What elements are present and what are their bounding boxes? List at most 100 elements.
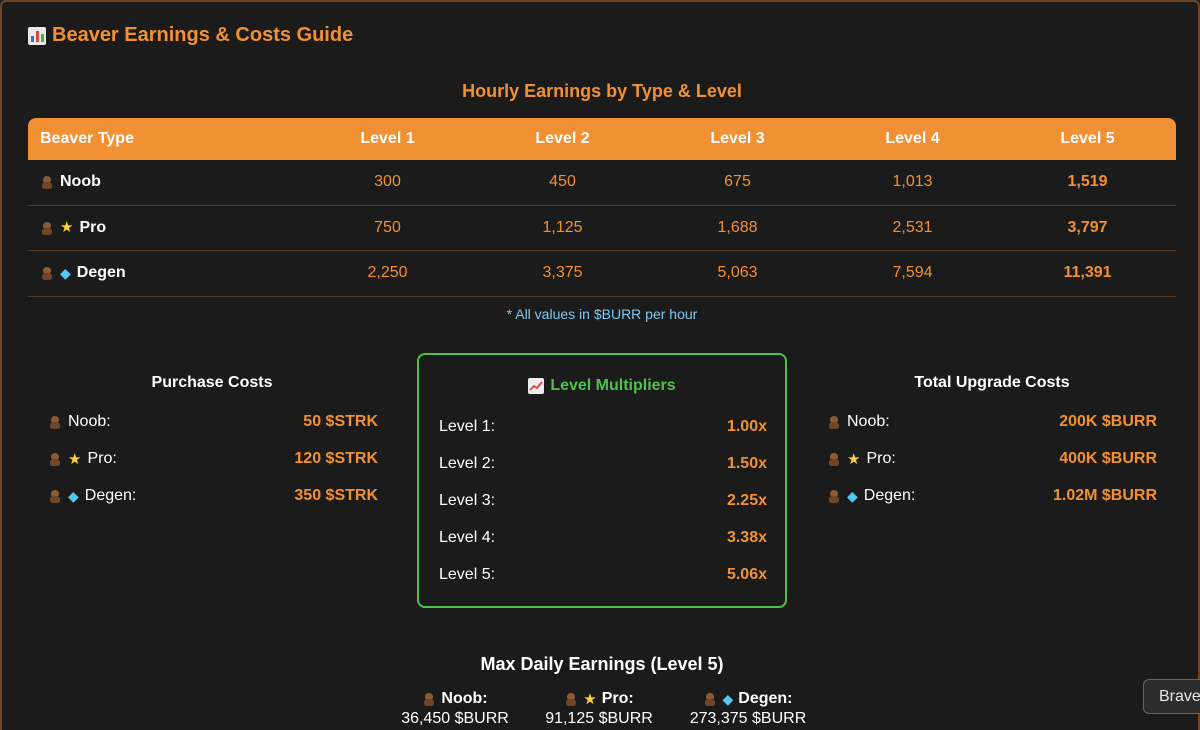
table-cell: 1,125 <box>542 218 583 236</box>
item-value: 120 $STRK <box>294 450 378 467</box>
brave-button[interactable]: Brave <box>1143 679 1200 714</box>
column-header: Level 2 <box>535 130 590 147</box>
daily-earnings-item: Noob: 36,450 $BURR <box>390 690 520 728</box>
item-label: Pro: <box>87 450 117 467</box>
multiplier-item: Level 3: 2.25x <box>439 491 767 511</box>
page-title: Beaver Earnings & Costs Guide <box>28 24 353 47</box>
item-value: 1.50x <box>726 455 767 472</box>
level-multipliers-title-text: Level Multipliers <box>550 377 676 394</box>
beaver-icon <box>422 692 436 706</box>
guide-panel: Beaver Earnings & Costs Guide Hourly Ear… <box>0 0 1200 730</box>
item-label: Pro: <box>866 450 896 467</box>
item-label: Level 3: <box>439 492 496 509</box>
table-row: ★ Pro 750 1,125 1,688 2,531 3,797 <box>28 206 1176 251</box>
item-label: Level 2: <box>439 455 496 472</box>
item-label: Pro: <box>601 690 634 707</box>
beaver-icon <box>827 415 841 429</box>
multiplier-item: Level 4: 3.38x <box>439 528 767 548</box>
gem-icon: ◆ <box>60 265 71 282</box>
beaver-icon <box>48 415 62 429</box>
level-multipliers-title: Level Multipliers <box>419 377 785 395</box>
table-cell: 11,391 <box>1063 264 1112 282</box>
multiplier-item: Level 2: 1.50x <box>439 454 767 474</box>
beaver-icon <box>703 692 717 706</box>
purchase-cost-item: ◆ Degen: 350 $STRK <box>48 486 378 506</box>
beaver-icon <box>40 266 54 281</box>
item-label: Level 1: <box>439 418 496 435</box>
table-cell: 3,797 <box>1067 218 1108 236</box>
max-daily-earnings-title: Max Daily Earnings (Level 5) <box>480 654 724 674</box>
gem-icon: ◆ <box>68 488 79 504</box>
table-cell: 5,063 <box>717 264 758 282</box>
table-cell: 675 <box>724 173 751 191</box>
item-value: 1.00x <box>726 418 767 435</box>
item-value: 350 $STRK <box>294 487 378 504</box>
table-cell: 1,519 <box>1067 173 1108 191</box>
trending-chart-icon <box>528 378 545 394</box>
item-label: Degen: <box>84 487 137 504</box>
upgrade-costs-title: Total Upgrade Costs <box>914 374 1070 391</box>
page-title-text: Beaver Earnings & Costs Guide <box>52 24 354 46</box>
item-label: Degen: <box>738 690 793 707</box>
star-icon: ★ <box>60 219 74 237</box>
table-cell: 450 <box>549 173 576 191</box>
beaver-icon <box>827 452 841 466</box>
beaver-icon <box>827 489 841 503</box>
item-label: Noob: <box>68 413 111 430</box>
table-cell: 3,375 <box>542 264 583 282</box>
column-header: Level 3 <box>710 130 765 147</box>
table-cell: 2,531 <box>892 218 933 236</box>
gem-icon: ◆ <box>847 488 858 504</box>
units-note: * All values in $BURR per hour <box>506 306 698 322</box>
item-value: 1.02M $BURR <box>1052 487 1157 504</box>
column-header: Level 1 <box>360 130 415 147</box>
multiplier-item: Level 5: 5.06x <box>439 565 767 585</box>
item-value: 273,375 $BURR <box>689 710 807 727</box>
beaver-type-name: Noob <box>60 173 101 191</box>
item-label: Level 5: <box>439 566 496 583</box>
table-row: Noob 300 450 675 1,013 1,519 <box>28 160 1176 206</box>
column-header: Level 5 <box>1060 130 1115 147</box>
table-cell: 300 <box>374 173 401 191</box>
daily-earnings-item: ★ Pro: 91,125 $BURR <box>534 690 664 728</box>
item-value: 3.38x <box>726 529 767 546</box>
table-row: ◆ Degen 2,250 3,375 5,063 7,594 11,391 <box>28 251 1176 297</box>
beaver-icon <box>40 175 54 190</box>
hourly-earnings-heading: Hourly Earnings by Type & Level <box>462 81 742 101</box>
column-header: Beaver Type <box>40 130 134 147</box>
table-cell: 750 <box>374 218 401 236</box>
beaver-icon <box>48 489 62 503</box>
daily-earnings-item: ◆ Degen: 273,375 $BURR <box>678 690 818 728</box>
item-label: Level 4: <box>439 529 496 546</box>
star-icon: ★ <box>68 450 82 468</box>
purchase-cost-item: ★ Pro: 120 $STRK <box>48 449 378 469</box>
item-value: 400K $BURR <box>1059 450 1157 467</box>
column-header: Level 4 <box>885 130 940 147</box>
star-icon: ★ <box>847 450 861 468</box>
purchase-costs-title: Purchase Costs <box>151 374 273 391</box>
beaver-type-cell: ★ Pro <box>28 219 300 237</box>
gem-icon: ◆ <box>722 691 734 707</box>
upgrade-cost-item: ★ Pro: 400K $BURR <box>827 449 1157 469</box>
upgrade-cost-item: ◆ Degen: 1.02M $BURR <box>827 486 1157 506</box>
level-multipliers-box: Level Multipliers Level 1: 1.00x Level 2… <box>417 353 787 608</box>
item-value: 200K $BURR <box>1059 413 1157 430</box>
table-header: Beaver Type Level 1 Level 2 Level 3 Leve… <box>28 118 1176 160</box>
beaver-icon <box>48 452 62 466</box>
item-value: 5.06x <box>726 566 767 583</box>
table-cell: 1,688 <box>717 218 758 236</box>
beaver-icon <box>40 221 54 235</box>
bar-chart-icon <box>28 26 46 45</box>
item-label: Noob: <box>441 690 488 707</box>
item-value: 50 $STRK <box>303 413 378 430</box>
beaver-type-name: Pro <box>79 218 107 236</box>
beaver-icon <box>564 692 578 706</box>
item-value: 91,125 $BURR <box>545 710 653 727</box>
beaver-type-cell: ◆ Degen <box>28 264 300 282</box>
upgrade-cost-item: Noob: 200K $BURR <box>827 412 1157 432</box>
item-value: 2.25x <box>726 492 767 509</box>
purchase-cost-item: Noob: 50 $STRK <box>48 412 378 432</box>
star-icon: ★ <box>583 690 597 708</box>
item-label: Degen: <box>863 487 916 504</box>
table-cell: 1,013 <box>892 173 933 191</box>
